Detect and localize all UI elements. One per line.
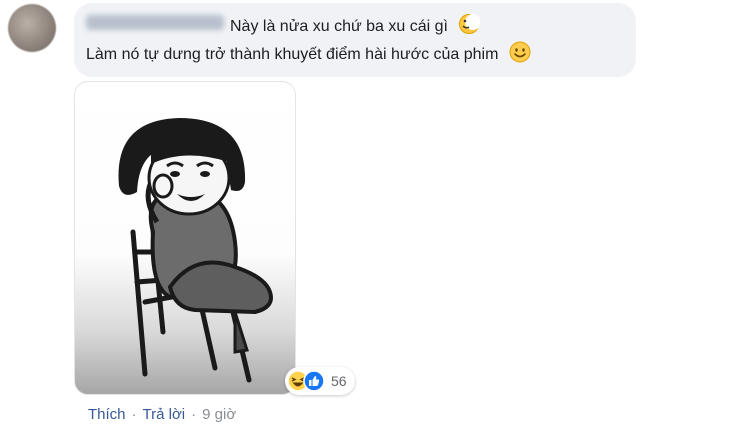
comment-text-1: Này là nửa xu chứ ba xu cái gì xyxy=(230,18,448,35)
moon-emoji-icon xyxy=(459,14,481,34)
reaction-count: 56 xyxy=(331,373,347,389)
comment-text-2: Làm nó tự dưng trở thành khuyết điểm hài… xyxy=(86,46,499,63)
timestamp-link[interactable]: 9 giờ xyxy=(202,406,236,423)
like-link[interactable]: Thích xyxy=(88,406,126,423)
meme-sticker-image[interactable] xyxy=(74,81,296,395)
author-name-blurred[interactable] xyxy=(86,15,224,30)
comment-line-1: Này là nửa xu chứ ba xu cái gì xyxy=(230,13,481,36)
separator-dot: · xyxy=(191,406,197,423)
comment-bubble: Này là nửa xu chứ ba xu cái gì Làm nó tự… xyxy=(74,3,636,77)
meme-character-icon xyxy=(118,118,273,383)
comment-line-2: Làm nó tự dưng trở thành khuyết điểm hài… xyxy=(86,41,531,64)
reply-link[interactable]: Trả lời xyxy=(143,406,186,423)
like-icon xyxy=(303,370,325,392)
separator-dot: · xyxy=(131,406,137,423)
avatar[interactable] xyxy=(8,4,56,52)
reaction-summary[interactable]: 56 xyxy=(285,367,355,395)
comment-actions: Thích · Trả lời · 9 giờ xyxy=(88,406,236,423)
smile-emoji-icon xyxy=(509,41,531,63)
